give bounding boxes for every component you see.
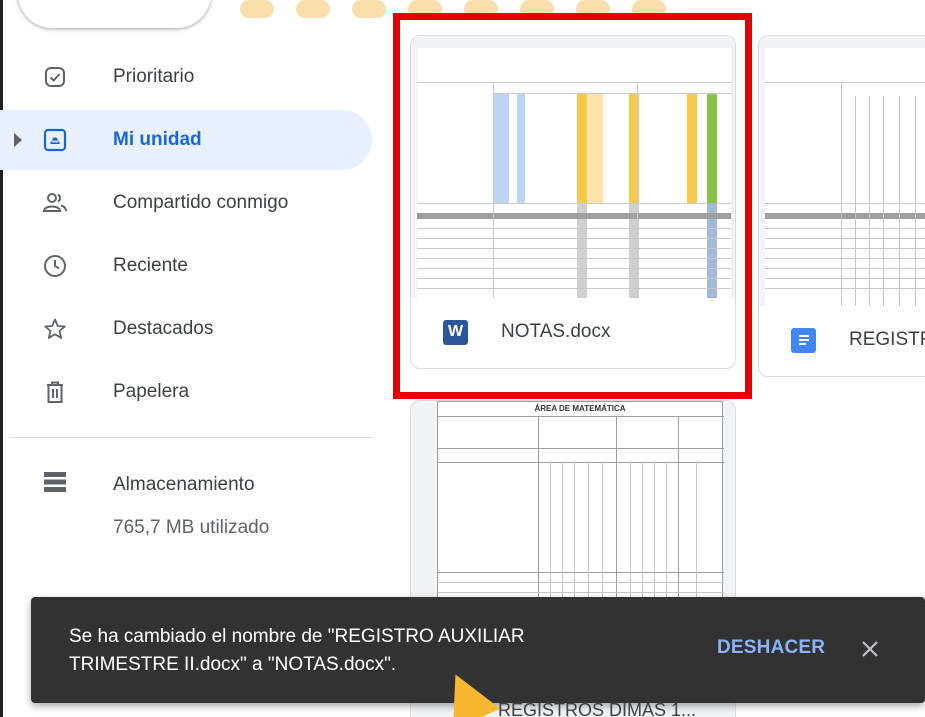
file-card-notas[interactable]: W NOTAS.docx bbox=[410, 35, 736, 369]
sidebar-item-my-drive[interactable]: Mi unidad bbox=[0, 110, 372, 170]
sidebar-item-label: Compartido conmigo bbox=[113, 192, 289, 213]
spreadsheet-preview: ÁREA DE MATEMÁTICA bbox=[437, 401, 724, 602]
watermark-band bbox=[240, 0, 760, 22]
checkbox-check-icon bbox=[42, 64, 68, 90]
sidebar-item-label: Prioritario bbox=[113, 66, 195, 87]
storage-label: Almacenamiento bbox=[113, 474, 255, 495]
sidebar-item-label: Mi unidad bbox=[113, 129, 202, 150]
spreadsheet-preview bbox=[417, 48, 731, 298]
snackbar-message: Se ha cambiado el nombre de "REGISTRO AU… bbox=[69, 626, 525, 675]
sidebar-item-shared[interactable]: Compartido conmigo bbox=[0, 173, 372, 233]
file-name: NOTAS.docx bbox=[501, 321, 611, 342]
storage-icon bbox=[42, 469, 68, 495]
thumbnail-title: ÁREA DE MATEMÁTICA bbox=[534, 404, 626, 413]
file-thumbnail bbox=[411, 36, 735, 298]
drive-icon bbox=[42, 127, 68, 153]
google-doc-icon bbox=[791, 327, 816, 353]
file-card-registro[interactable]: REGISTR bbox=[758, 35, 925, 377]
new-button[interactable] bbox=[18, 0, 211, 28]
sidebar-item-priority[interactable]: Prioritario bbox=[0, 47, 372, 107]
file-name: REGISTROS DIMAS 1... bbox=[498, 700, 697, 717]
spreadsheet-preview bbox=[765, 48, 925, 306]
sidebar-item-label: Destacados bbox=[113, 318, 214, 339]
shared-people-icon bbox=[42, 190, 68, 216]
sidebar-item-label: Papelera bbox=[113, 381, 190, 402]
clock-icon bbox=[42, 253, 68, 279]
expand-arrow-icon[interactable] bbox=[14, 133, 22, 147]
file-name: REGISTR bbox=[849, 329, 925, 350]
file-card-footer: W NOTAS.docx bbox=[411, 296, 735, 368]
sidebar-item-trash[interactable]: Papelera bbox=[0, 362, 372, 422]
sidebar-item-starred[interactable]: Destacados bbox=[0, 299, 372, 359]
file-thumbnail bbox=[759, 36, 925, 306]
file-card-footer: REGISTR bbox=[759, 304, 925, 376]
storage-used-text: 765,7 MB utilizado bbox=[113, 517, 270, 538]
word-file-icon: W bbox=[443, 319, 468, 345]
trash-icon bbox=[42, 379, 68, 405]
close-icon[interactable] bbox=[855, 634, 885, 664]
star-icon bbox=[42, 316, 68, 342]
undo-button[interactable]: DESHACER bbox=[717, 637, 825, 659]
sidebar-item-label: Reciente bbox=[113, 255, 188, 276]
sidebar-divider bbox=[10, 437, 372, 438]
sidebar-item-recent[interactable]: Reciente bbox=[0, 236, 372, 296]
